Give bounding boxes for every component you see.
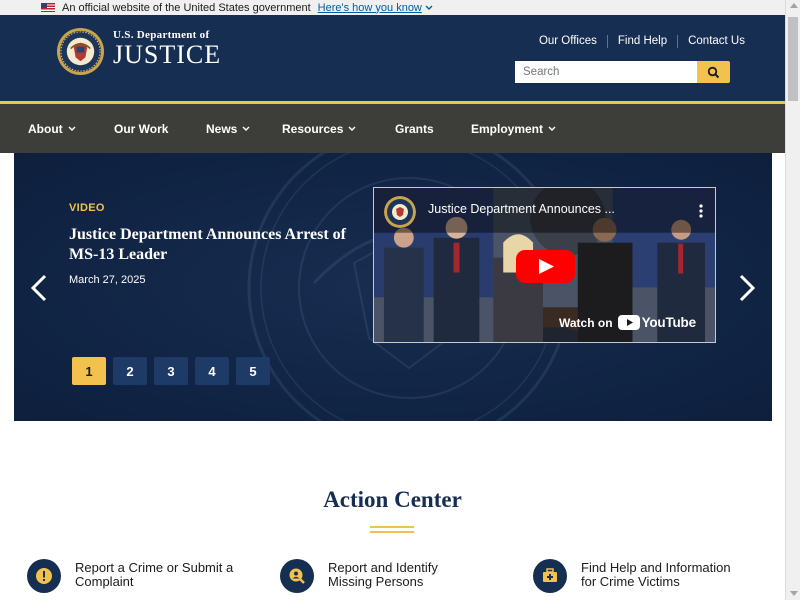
heres-how-you-know-link[interactable]: Here's how you know	[318, 2, 433, 14]
watch-on-youtube-link[interactable]: Watch on YouTube	[559, 315, 696, 330]
nav-our-work-label: Our Work	[114, 121, 169, 136]
nav-employment-label: Employment	[471, 121, 544, 136]
gov-banner-text: An official website of the United States…	[62, 1, 311, 14]
chevron-down-icon	[348, 126, 356, 131]
nav-news[interactable]: News	[206, 104, 250, 153]
video-title: Justice Department Announces ...	[428, 202, 615, 216]
scroll-up-arrow-icon[interactable]	[790, 3, 798, 8]
hero-category-tag: VIDEO	[69, 202, 105, 214]
hero-date: March 27, 2025	[69, 274, 146, 286]
doj-seal-logo[interactable]	[56, 27, 105, 76]
report-crime-link[interactable]: Report a Crime or Submit a Complaint	[27, 559, 233, 593]
search-button[interactable]	[697, 61, 730, 83]
youtube-logo-icon	[617, 315, 640, 330]
hero-carousel: VIDEO Justice Department Announces Arres…	[14, 153, 772, 421]
chevron-down-icon	[242, 126, 250, 131]
youtube-video-embed[interactable]: Justice Department Announces ... Watch o…	[373, 187, 716, 343]
chevron-down-icon	[548, 126, 556, 131]
scroll-down-arrow-icon[interactable]	[790, 591, 798, 596]
hero-headline[interactable]: Justice Department Announces Arrest of M…	[69, 225, 349, 265]
nav-about-label: About	[28, 121, 63, 136]
page-button-4[interactable]: 4	[195, 357, 229, 385]
missing-persons-line2: Missing Persons	[328, 574, 424, 589]
play-button-icon[interactable]	[516, 250, 575, 283]
us-flag-icon	[41, 3, 55, 12]
contact-us-link[interactable]: Contact Us	[677, 35, 745, 48]
alert-icon	[27, 559, 61, 593]
chevron-down-icon	[68, 126, 76, 131]
main-nav: About Our Work News Resources Grants Emp…	[0, 104, 785, 153]
crime-victims-link[interactable]: Find Help and Information for Crime Vict…	[533, 559, 731, 593]
doj-channel-avatar	[384, 196, 416, 228]
report-crime-line1: Report a Crime or Submit a	[75, 560, 234, 575]
page-button-1[interactable]: 1	[72, 357, 106, 385]
crime-victims-line1: Find Help and Information	[581, 560, 731, 575]
search-icon	[707, 66, 720, 78]
heres-how-you-know-label: Here's how you know	[317, 1, 422, 14]
our-offices-link[interactable]: Our Offices	[529, 35, 607, 48]
carousel-pager: 1 2 3 4 5	[72, 357, 277, 385]
search-input[interactable]	[515, 61, 697, 83]
chevron-left-icon	[30, 274, 47, 302]
nav-resources[interactable]: Resources	[282, 104, 356, 153]
nav-grants-label: Grants	[395, 121, 434, 136]
watch-on-label: Watch on	[559, 315, 613, 330]
youtube-brand-label: YouTube	[641, 315, 697, 330]
page-button-5[interactable]: 5	[236, 357, 270, 385]
gov-banner: An official website of the United States…	[0, 0, 785, 15]
page-button-2[interactable]: 2	[113, 357, 147, 385]
first-aid-kit-icon	[533, 559, 567, 593]
utility-nav: Our Offices Find Help Contact Us	[529, 35, 745, 48]
search-person-icon	[280, 559, 314, 593]
page-button-3[interactable]: 3	[154, 357, 188, 385]
find-help-link[interactable]: Find Help	[606, 35, 677, 48]
title-underline	[370, 526, 414, 528]
chevron-right-icon	[739, 274, 756, 302]
nav-our-work[interactable]: Our Work	[114, 104, 168, 153]
nav-employment[interactable]: Employment	[471, 104, 556, 153]
missing-persons-line1: Report and Identify	[328, 560, 438, 575]
carousel-next-button[interactable]	[732, 271, 762, 305]
report-crime-label: Report a Crime or Submit a Complaint	[75, 559, 233, 589]
missing-persons-label: Report and Identify Missing Persons	[328, 559, 438, 589]
nav-resources-label: Resources	[282, 121, 344, 136]
logo-title: JUSTICE	[113, 40, 222, 69]
carousel-prev-button[interactable]	[24, 271, 54, 305]
chevron-down-icon	[425, 5, 433, 10]
site-logo[interactable]: U.S. Department of JUSTICE	[113, 28, 221, 68]
crime-victims-label: Find Help and Information for Crime Vict…	[581, 559, 731, 589]
nav-grants[interactable]: Grants	[395, 104, 434, 153]
scrollbar-thumb[interactable]	[788, 17, 798, 101]
missing-persons-link[interactable]: Report and Identify Missing Persons	[280, 559, 438, 593]
page-scrollbar[interactable]	[785, 0, 800, 600]
nav-news-label: News	[206, 121, 238, 136]
more-options-icon[interactable]	[699, 204, 703, 218]
crime-victims-line2: for Crime Victims	[581, 574, 680, 589]
nav-about[interactable]: About	[28, 104, 76, 153]
report-crime-line2: Complaint	[75, 574, 134, 589]
title-underline	[370, 531, 414, 533]
action-center-title: Action Center	[323, 487, 462, 512]
